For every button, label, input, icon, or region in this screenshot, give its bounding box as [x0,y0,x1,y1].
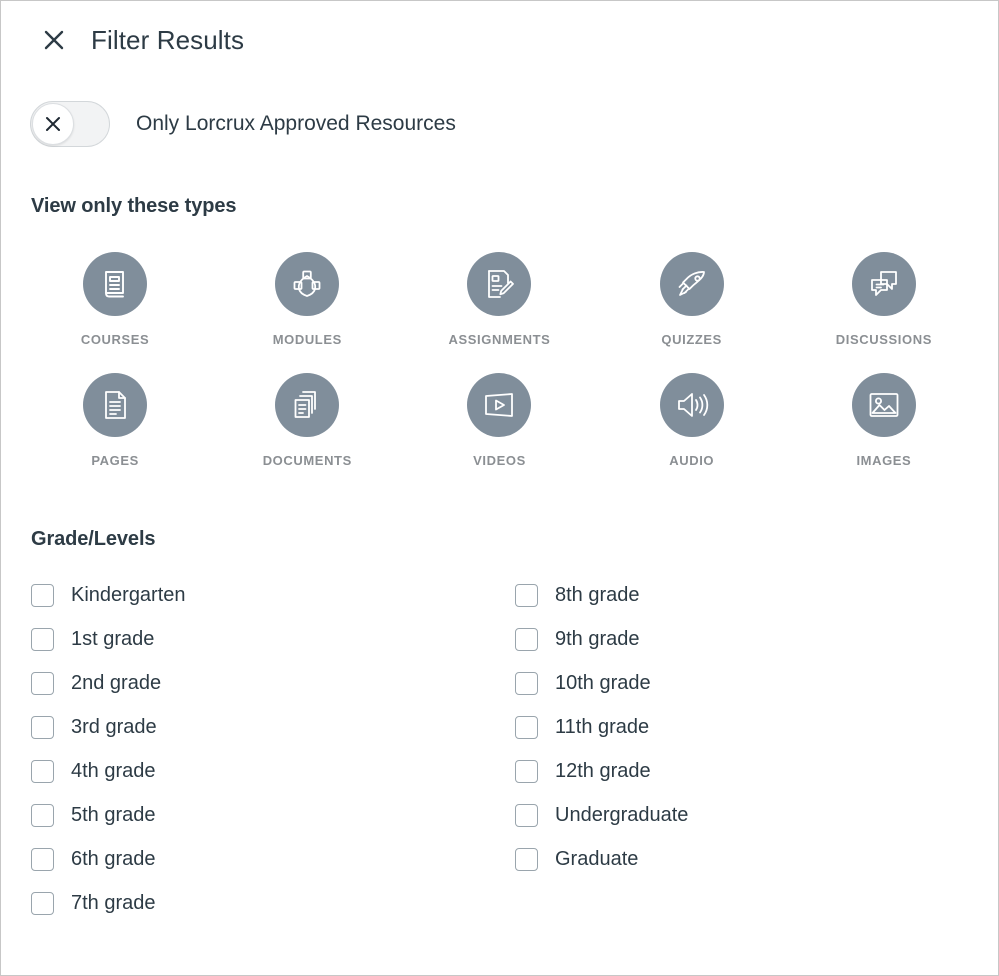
type-label: MODULES [272,332,342,347]
types-section-heading: View only these types [31,195,237,217]
type-label: PAGES [91,453,139,468]
image-picture-icon [851,373,916,437]
grade-label: 12th grade [555,760,651,782]
grade-label: 2nd grade [71,672,162,694]
grade-checkbox[interactable] [515,803,538,827]
approved-resources-toggle[interactable] [30,101,110,147]
grade-label: 4th grade [71,760,156,782]
type-filter-audio[interactable]: AUDIO [596,373,788,468]
speaker-audio-icon [659,373,724,437]
grade-option[interactable]: 5th grade [31,793,515,837]
speech-bubbles-icon [851,252,916,316]
grade-checkbox[interactable] [515,759,538,783]
grade-option[interactable]: 2nd grade [31,661,515,705]
grade-column-left: Kindergarten 1st grade 2nd grade 3rd gra… [31,573,515,925]
type-label: AUDIO [669,453,715,468]
grade-option[interactable]: 9th grade [515,617,998,661]
grade-label: 10th grade [555,672,651,694]
grade-checkbox[interactable] [31,759,54,783]
type-filter-modules[interactable]: MODULES [211,252,403,347]
type-label: ASSIGNMENTS [448,332,551,347]
type-label: VIDEOS [473,453,526,468]
type-filter-courses[interactable]: COURSES [19,252,211,347]
grade-label: 9th grade [555,628,640,650]
grade-checkbox[interactable] [31,847,54,871]
stacked-documents-icon [275,373,340,437]
grade-label: Kindergarten [71,584,186,606]
approved-resources-label: Only Lorcrux Approved Resources [136,112,456,135]
grade-label: 7th grade [71,892,156,914]
page-title: Filter Results [91,25,245,55]
type-filter-quizzes[interactable]: QUIZZES [596,252,788,347]
grade-option[interactable]: 7th grade [31,881,515,925]
type-label: COURSES [80,332,150,347]
grade-option[interactable]: Undergraduate [515,793,998,837]
type-filter-documents[interactable]: DOCUMENTS [211,373,403,468]
panel-header: Filter Results [1,1,998,57]
grade-checkbox[interactable] [515,671,538,695]
type-label: IMAGES [856,453,912,468]
grade-checkbox[interactable] [31,891,54,915]
grade-column-right: 8th grade 9th grade 10th grade 11th grad… [515,573,998,925]
document-pencil-icon [467,252,532,316]
grades-section-heading: Grade/Levels [31,528,156,550]
grade-option[interactable]: 1st grade [31,617,515,661]
rocket-icon [659,252,724,316]
grade-checkbox[interactable] [31,627,54,651]
modules-network-icon [275,252,340,316]
grade-option[interactable]: 4th grade [31,749,515,793]
grade-label: 1st grade [71,628,155,650]
type-label: DISCUSSIONS [835,332,932,347]
grade-checkbox[interactable] [515,847,538,871]
grade-checkbox[interactable] [31,715,54,739]
grade-option[interactable]: 8th grade [515,573,998,617]
grade-option[interactable]: Kindergarten [31,573,515,617]
grade-label: 5th grade [71,804,156,826]
grade-levels-columns: Kindergarten 1st grade 2nd grade 3rd gra… [1,573,998,925]
grade-checkbox[interactable] [515,583,538,607]
grade-label: 6th grade [71,848,156,870]
type-filter-assignments[interactable]: ASSIGNMENTS [403,252,595,347]
book-icon [83,252,148,316]
grade-option[interactable]: 11th grade [515,705,998,749]
grade-label: 11th grade [555,716,650,738]
grade-option[interactable]: 10th grade [515,661,998,705]
filter-results-panel: Filter Results Only Lorcrux Approved Res… [0,0,999,976]
grade-label: Undergraduate [555,804,689,826]
page-document-icon [83,373,148,437]
close-icon[interactable] [39,25,69,55]
grade-option[interactable]: 6th grade [31,837,515,881]
type-filter-images[interactable]: IMAGES [788,373,980,468]
grade-label: Graduate [555,848,639,870]
type-label: DOCUMENTS [262,453,352,468]
grade-option[interactable]: Graduate [515,837,998,881]
grade-checkbox[interactable] [31,803,54,827]
type-filter-pages[interactable]: PAGES [19,373,211,468]
grade-option[interactable]: 3rd grade [31,705,515,749]
type-label: QUIZZES [661,332,722,347]
video-play-icon [467,373,532,437]
close-x-icon [46,117,60,131]
type-filter-discussions[interactable]: DISCUSSIONS [788,252,980,347]
grade-checkbox[interactable] [515,627,538,651]
toggle-knob [32,103,74,145]
grade-checkbox[interactable] [515,715,538,739]
grade-checkbox[interactable] [31,671,54,695]
grade-label: 8th grade [555,584,640,606]
type-filter-grid: COURSES MODULES ASSIGNMENTS QUIZZES DISC… [1,252,998,468]
grade-checkbox[interactable] [31,583,54,607]
type-filter-videos[interactable]: VIDEOS [403,373,595,468]
grade-option[interactable]: 12th grade [515,749,998,793]
approved-resources-row: Only Lorcrux Approved Resources [1,101,998,147]
grade-label: 3rd grade [71,716,157,738]
